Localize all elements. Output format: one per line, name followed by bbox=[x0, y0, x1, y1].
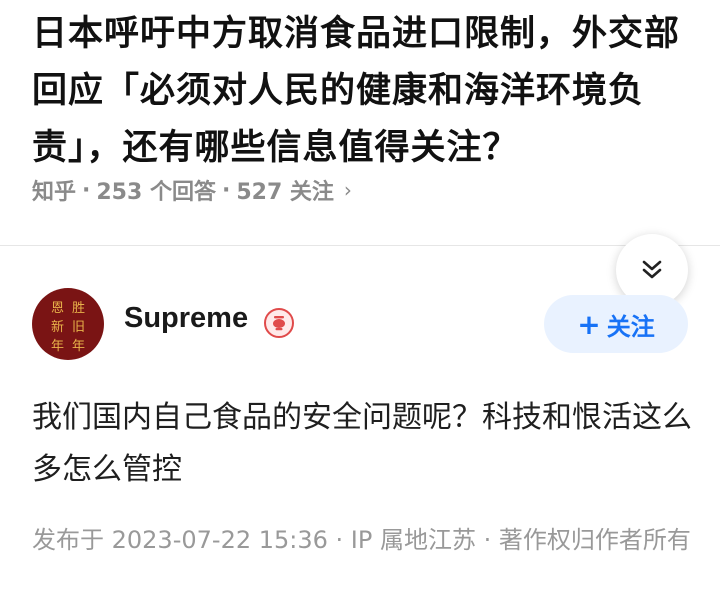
avatar-char: 恩 bbox=[50, 301, 64, 316]
lantern-badge-icon bbox=[264, 308, 294, 338]
avatar[interactable]: 恩 胜 新 旧 年 年 bbox=[32, 288, 104, 360]
meta-separator: · bbox=[82, 177, 91, 203]
chevron-right-icon: › bbox=[343, 178, 352, 202]
divider bbox=[0, 245, 720, 246]
author-name[interactable]: Supreme bbox=[124, 302, 248, 335]
avatar-char: 年 bbox=[50, 339, 64, 354]
question-meta[interactable]: 知乎 · 253 个回答 · 527 关注 › bbox=[32, 172, 352, 208]
avatar-char: 年 bbox=[71, 339, 85, 354]
double-chevron-down-icon bbox=[642, 260, 662, 279]
zhihu-answer-page: 日本呼吁中方取消食品进口限制，外交部回应「必须对人民的健康和海洋环境负责」，还有… bbox=[0, 0, 720, 609]
publish-info: 发布于 2023-07-22 15:36 · IP 属地江苏 · 著作权归作者所… bbox=[32, 526, 691, 554]
answer-count: 253 个回答 bbox=[96, 180, 216, 205]
plus-icon: + bbox=[577, 307, 601, 341]
follow-label: 关注 bbox=[606, 312, 655, 341]
avatar-char: 胜 bbox=[71, 301, 85, 316]
avatar-char: 新 bbox=[50, 320, 64, 335]
follow-button[interactable]: + 关注 bbox=[544, 295, 688, 353]
source-label: 知乎 bbox=[32, 180, 77, 205]
avatar-char: 旧 bbox=[71, 320, 85, 335]
meta-separator: · bbox=[221, 177, 231, 203]
question-title[interactable]: 日本呼吁中方取消食品进口限制，外交部回应「必须对人民的健康和海洋环境负责」，还有… bbox=[32, 6, 692, 177]
follower-count: 527 关注 bbox=[236, 180, 334, 205]
answer-text[interactable]: 我们国内自己食品的安全问题呢？科技和恨活这么多怎么管控 bbox=[32, 392, 692, 496]
